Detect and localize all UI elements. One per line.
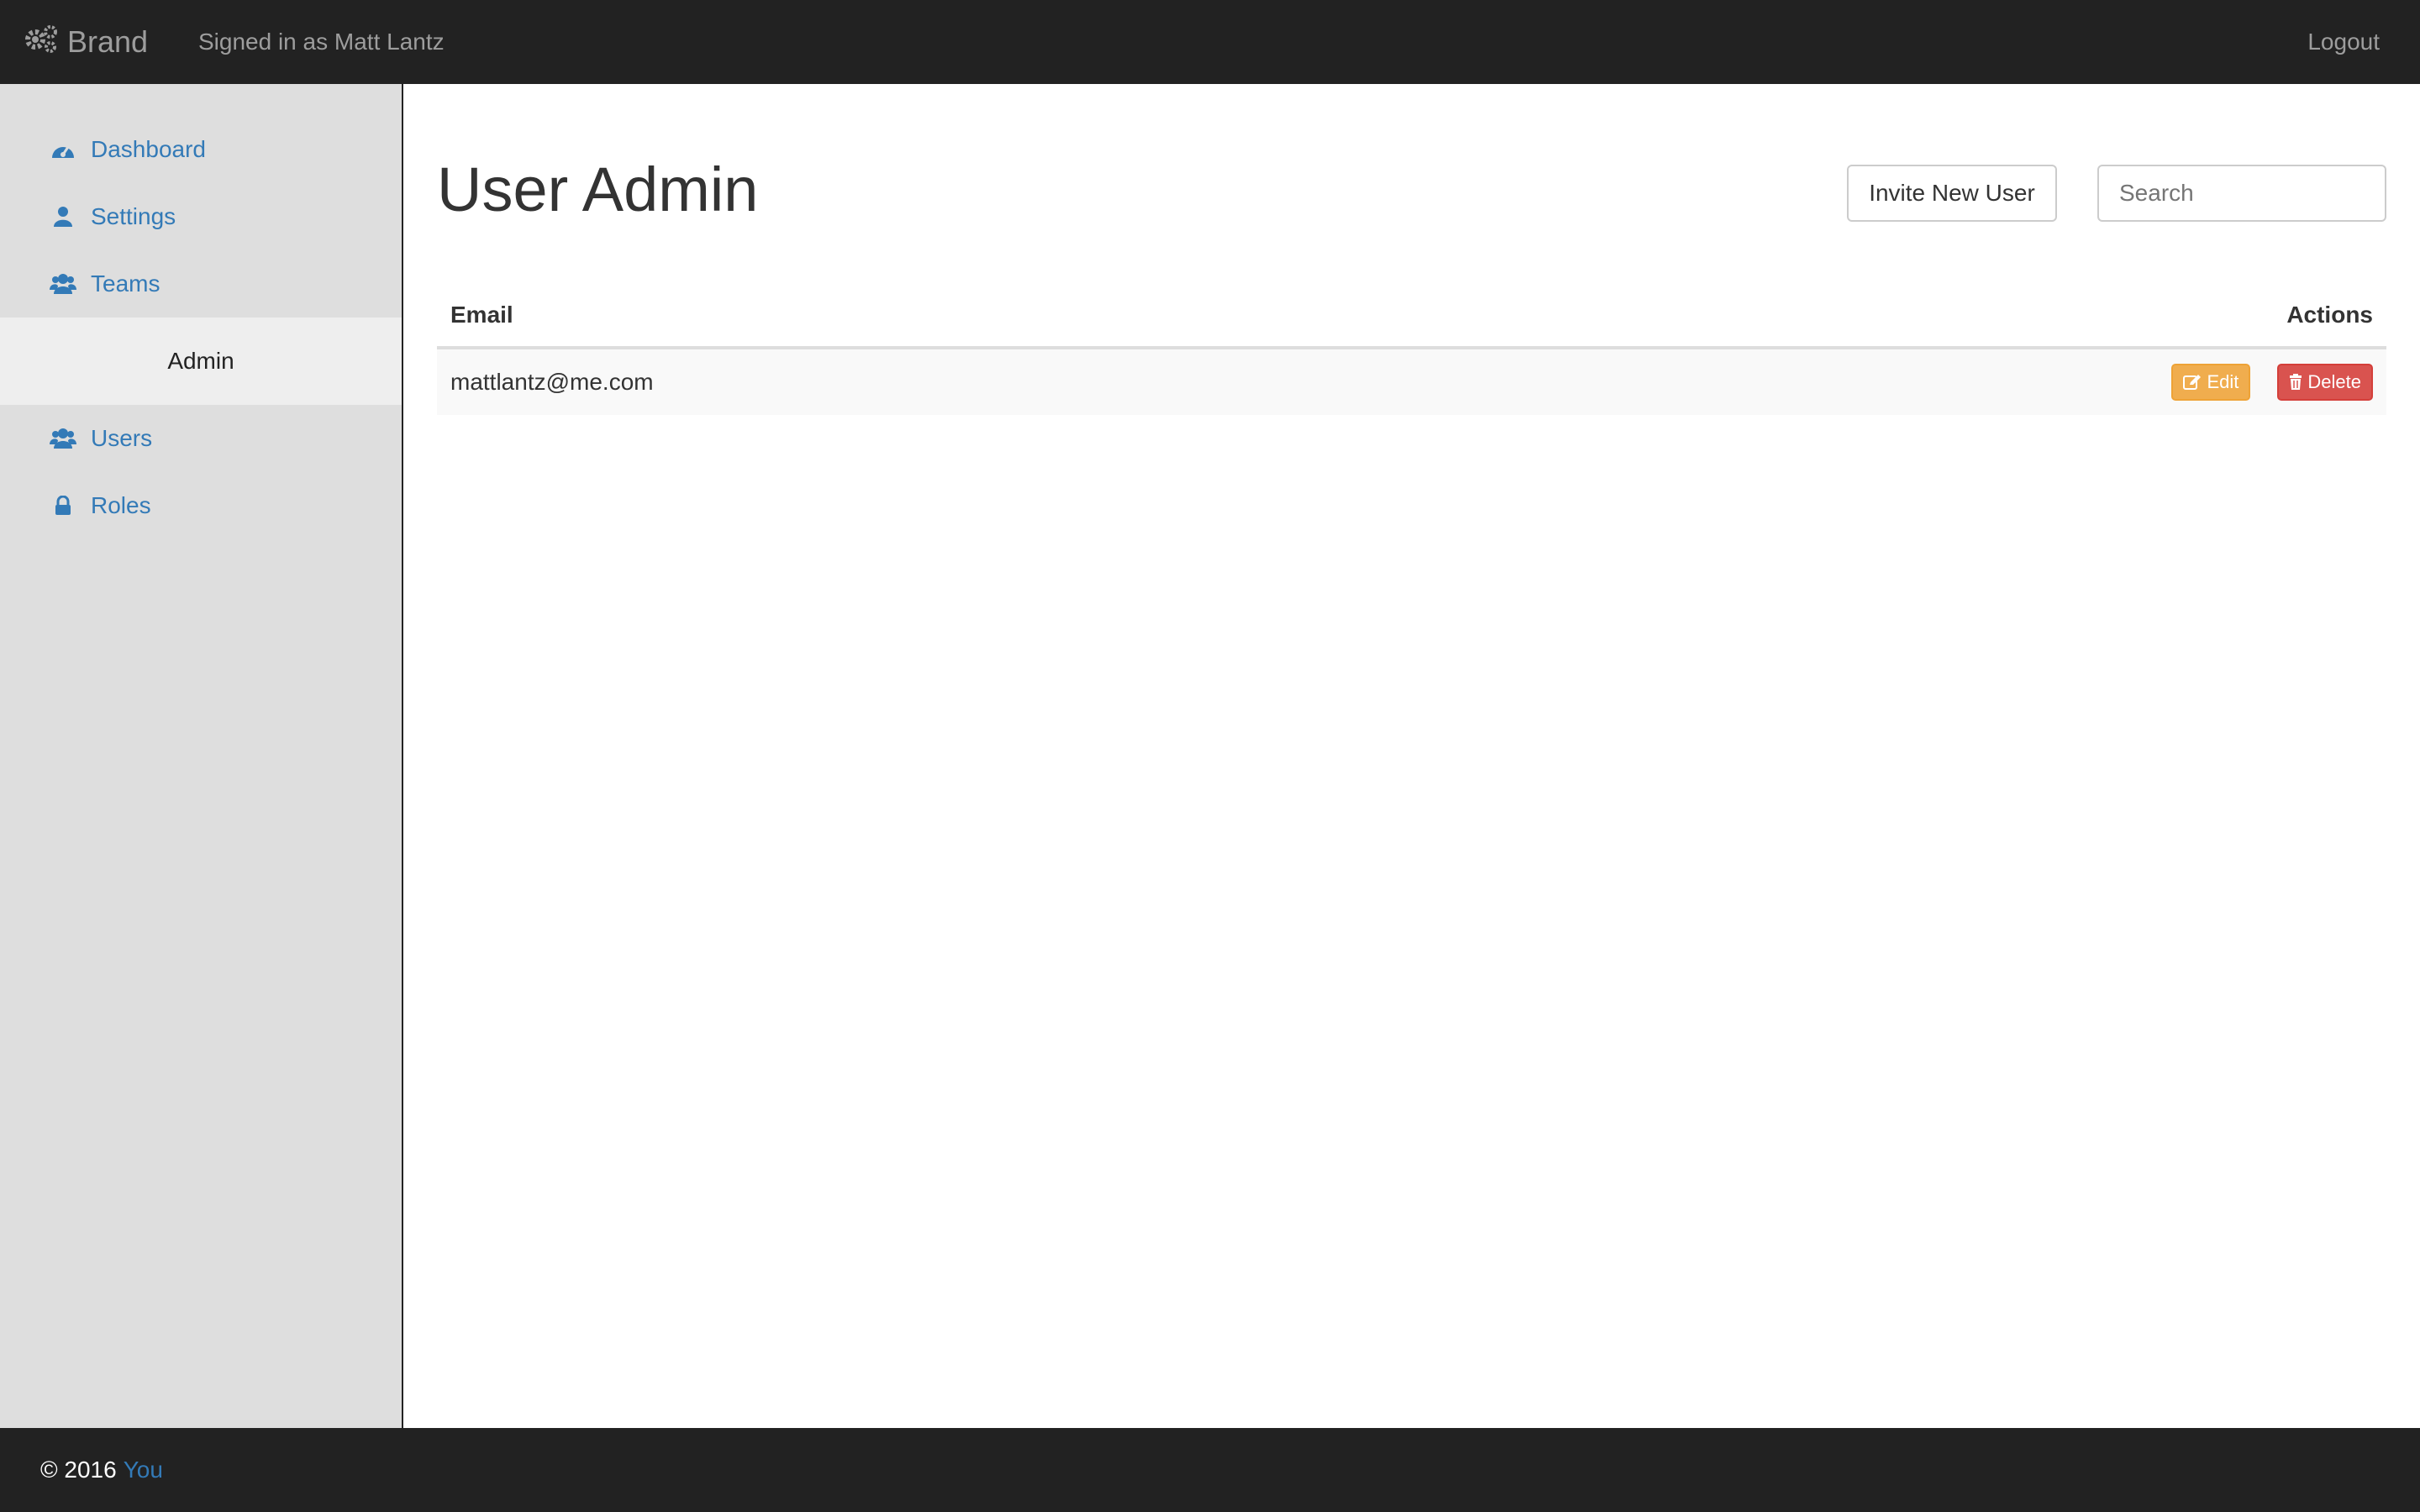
signed-in-text: Signed in as Matt Lantz: [198, 29, 445, 55]
copyright-text: © 2016: [40, 1457, 117, 1483]
invite-new-user-button[interactable]: Invite New User: [1847, 165, 2057, 222]
brand-link[interactable]: Brand: [24, 0, 148, 84]
logout-link[interactable]: Logout: [2307, 0, 2380, 84]
delete-label: Delete: [2307, 371, 2361, 392]
footer: © 2016 You: [0, 1428, 2420, 1512]
edit-label: Edit: [2207, 371, 2239, 392]
user-icon: [49, 206, 77, 228]
table-header: Email Actions: [437, 284, 2386, 349]
users-icon: [49, 428, 77, 449]
sidebar-item-label: Settings: [91, 203, 176, 229]
footer-link-you[interactable]: You: [124, 1457, 163, 1483]
sidebar-item-label: Roles: [91, 492, 151, 518]
column-header-actions: Actions: [2286, 302, 2373, 328]
sidebar: Dashboard Settings Teams Admin Users Rol…: [0, 84, 403, 1428]
sidebar-item-settings[interactable]: Settings: [0, 183, 402, 250]
main-content: User Admin Invite New User Email Actions…: [403, 84, 2420, 1428]
top-navbar: Brand Signed in as Matt Lantz Logout: [0, 0, 2420, 84]
sidebar-item-users[interactable]: Users: [0, 405, 402, 472]
sidebar-item-label: Users: [91, 425, 153, 451]
edit-button[interactable]: Edit: [2171, 364, 2251, 401]
sidebar-item-teams[interactable]: Teams: [0, 250, 402, 318]
edit-icon: [2183, 375, 2202, 390]
row-email: mattlantz@me.com: [450, 369, 654, 395]
table-row: mattlantz@me.com Edit Delete: [437, 349, 2386, 415]
row-actions: Edit Delete: [2171, 364, 2373, 401]
sidebar-item-label: Dashboard: [91, 136, 206, 162]
sidebar-item-label: Teams: [91, 270, 160, 297]
trash-icon: [2290, 374, 2302, 390]
lock-icon: [49, 496, 77, 516]
page-title: User Admin: [437, 155, 759, 224]
delete-button[interactable]: Delete: [2277, 364, 2373, 401]
dashboard-icon: [49, 139, 77, 160]
sidebar-item-dashboard[interactable]: Dashboard: [0, 116, 402, 183]
users-icon: [49, 273, 77, 295]
search-input[interactable]: [2097, 165, 2386, 222]
sidebar-item-roles[interactable]: Roles: [0, 472, 402, 539]
users-table: Email Actions mattlantz@me.com Edit Dele…: [437, 284, 2386, 415]
gears-icon: [24, 23, 67, 62]
brand-label: Brand: [67, 24, 149, 59]
column-header-email: Email: [450, 302, 513, 328]
sidebar-group-admin: Admin: [0, 318, 402, 405]
